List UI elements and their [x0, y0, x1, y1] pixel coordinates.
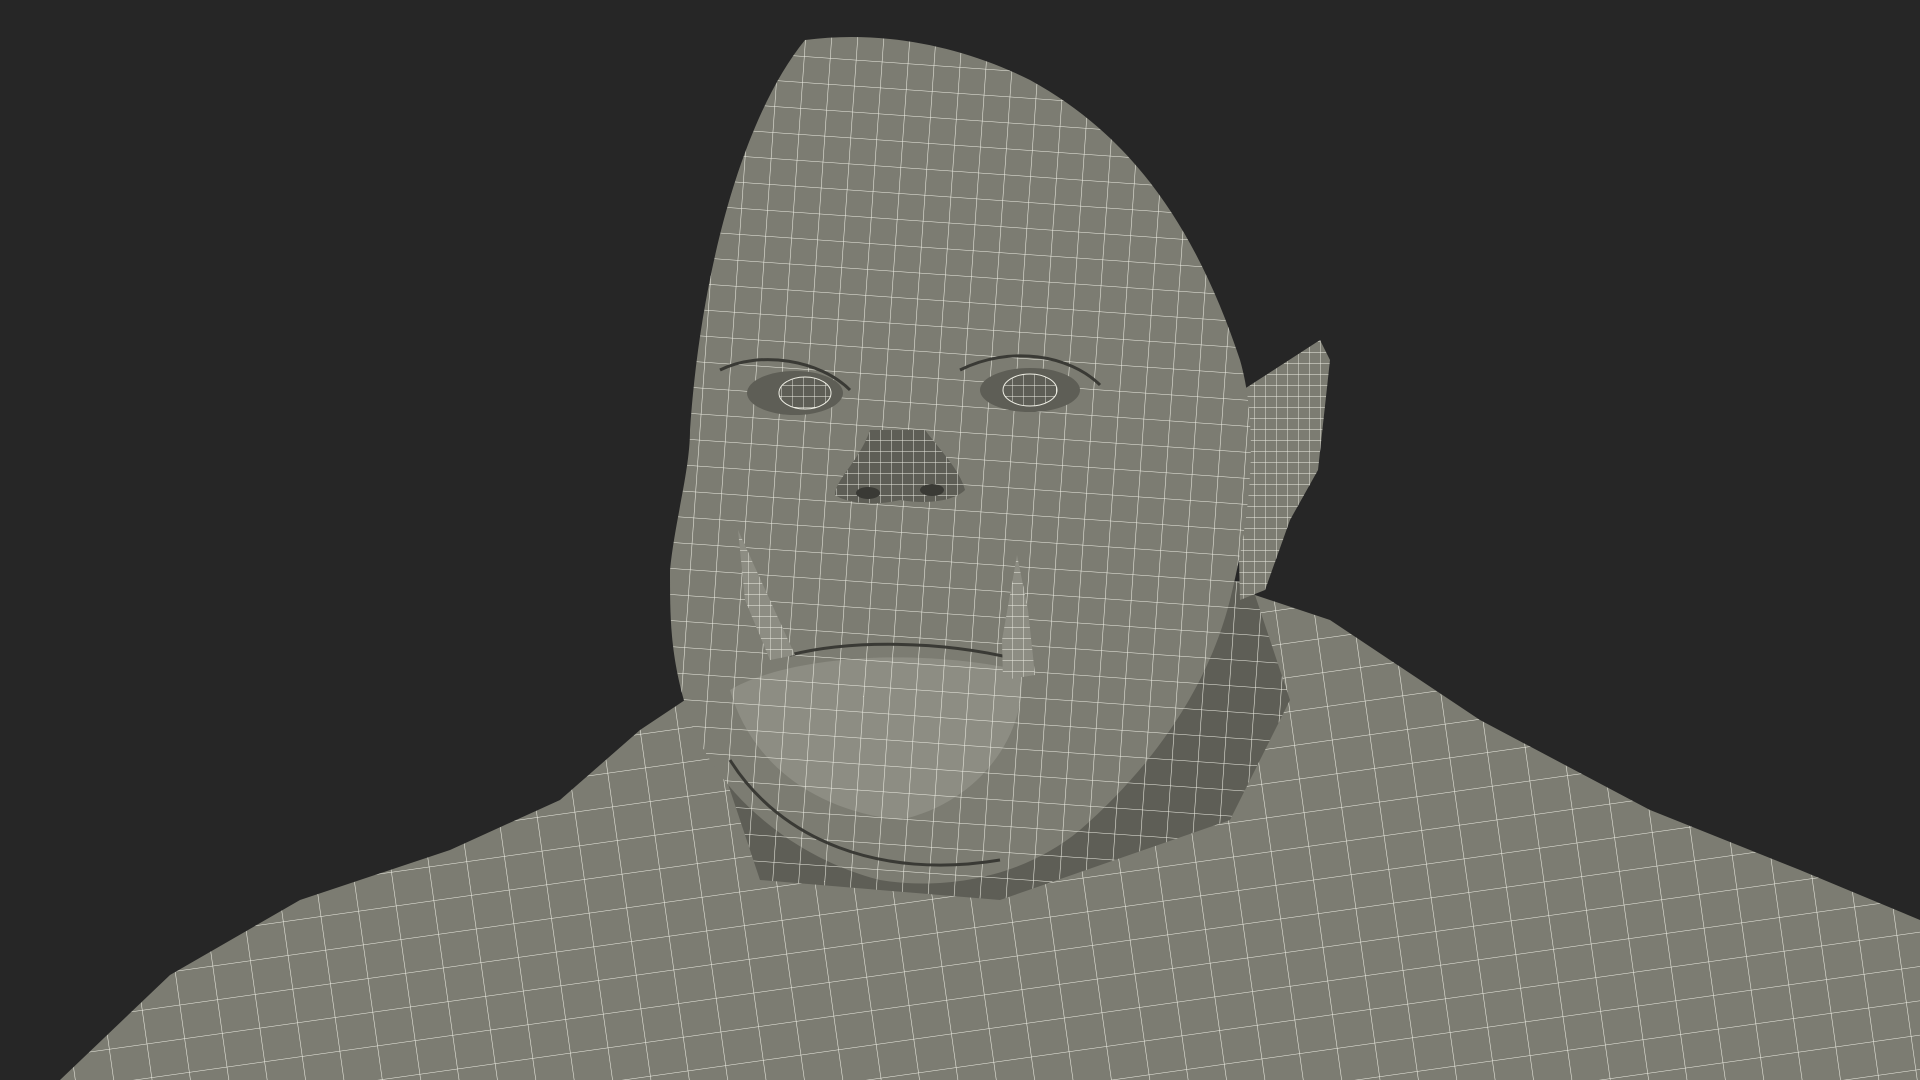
3d-viewport[interactable]	[0, 0, 1920, 1080]
right-eye	[980, 368, 1080, 412]
left-eye	[747, 371, 843, 415]
wireframe-render	[0, 0, 1920, 1080]
